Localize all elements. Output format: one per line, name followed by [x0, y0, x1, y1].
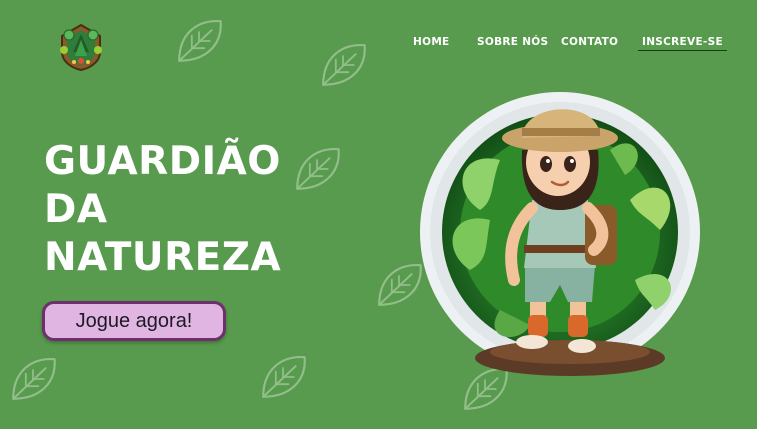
leaf-icon: [256, 350, 310, 404]
nav-inscreve-se[interactable]: INSCREVE-SE: [638, 36, 727, 51]
leaf-icon: [290, 142, 344, 196]
hero-title-line: NATUREZA: [44, 235, 282, 280]
nav-contato[interactable]: CONTATO: [561, 36, 618, 48]
hero-title-line: GUARDIÃO: [44, 139, 281, 184]
hero-title: GUARDIÃO DA NATUREZA: [44, 138, 281, 282]
leaf-icon: [6, 352, 60, 406]
nav-home[interactable]: HOME: [413, 36, 450, 48]
hero-title-line: DA: [44, 187, 108, 232]
nav-sobre-nos[interactable]: SOBRE NÓS: [477, 36, 548, 48]
play-now-button[interactable]: Jogue agora!: [42, 301, 226, 341]
main-nav: HOME SOBRE NÓS CONTATO INSCREVE-SE: [0, 36, 757, 56]
explorer-girl-illustration: [420, 92, 700, 376]
